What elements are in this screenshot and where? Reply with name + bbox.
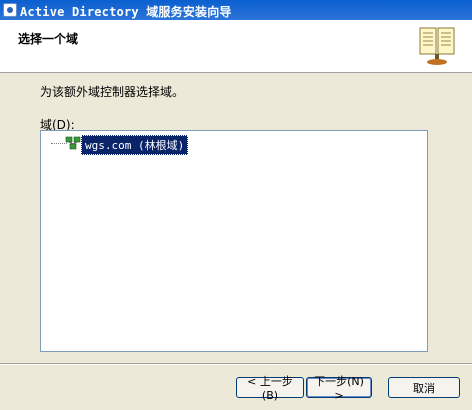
tree-item-wgs-com[interactable]: wgs.com (林根域) (81, 135, 189, 155)
instruction-text: 为该额外域控制器选择域。 (40, 85, 185, 99)
next-button[interactable]: 下一步(N) > (306, 375, 372, 402)
open-book-icon (419, 27, 455, 65)
wizard-window: Active Directory 域服务安装向导 选择一个域 为该额外域控制器选… (0, 0, 472, 410)
app-icon (3, 3, 17, 17)
domain-tree-icon (65, 136, 81, 150)
wizard-header: 选择一个域 (0, 20, 472, 73)
back-button[interactable]: < 上一步(B) (236, 375, 304, 402)
title-bar[interactable]: Active Directory 域服务安装向导 (0, 0, 472, 20)
domain-tree[interactable]: wgs.com (林根域) (40, 130, 428, 352)
button-separator (0, 363, 472, 365)
window-title: Active Directory 域服务安装向导 (20, 5, 232, 19)
cancel-button[interactable]: 取消 (388, 377, 460, 398)
wizard-content: 为该额外域控制器选择域。 域(D): wgs.com (林根域) < 上一步(B… (0, 73, 472, 410)
page-title: 选择一个域 (18, 32, 79, 46)
